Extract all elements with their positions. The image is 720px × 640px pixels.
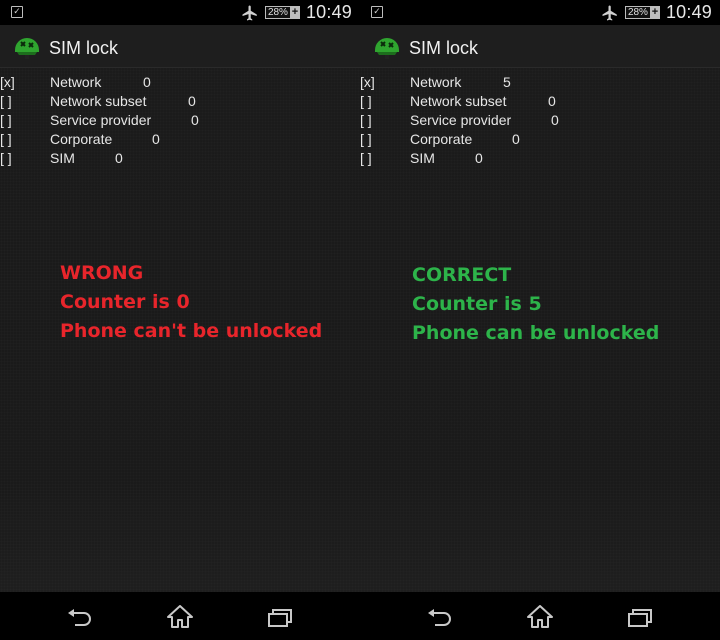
sim-lock-app-icon[interactable] (13, 34, 41, 62)
home-button[interactable] (165, 602, 195, 632)
comparison-screenshots: ✓ 28% + 10:49 SIM lock [x] Network 0 []… (0, 0, 720, 640)
back-button[interactable] (65, 602, 95, 632)
airplane-icon (602, 5, 617, 20)
lock-counter: 0 (188, 93, 196, 109)
back-button[interactable] (425, 602, 455, 632)
home-icon (167, 605, 193, 628)
back-icon (68, 609, 91, 626)
lock-label: Service provider (410, 112, 512, 128)
clock: 10:49 (305, 2, 352, 22)
lock-label: Network subset (410, 93, 507, 109)
lock-counter: 0 (152, 131, 160, 147)
lock-counter: 0 (191, 112, 199, 128)
annotation-result: Phone can't be unlocked (60, 320, 323, 342)
annotation-counter: Counter is 0 (60, 291, 190, 313)
airplane-icon (242, 5, 257, 20)
lock-label: Corporate (50, 131, 113, 147)
lock-row-network[interactable]: [x] Network 5 (360, 74, 720, 93)
clock: 10:49 (665, 2, 712, 22)
action-bar: SIM lock (360, 25, 720, 68)
lock-row-network[interactable]: [x] Network 0 (0, 74, 360, 93)
lock-row-network-subset[interactable]: [ ] Network subset 0 (360, 93, 720, 112)
status-bar: ✓ 28% + 10:49 (0, 0, 360, 25)
lock-row-sim[interactable]: [ ] SIM 0 (0, 150, 360, 169)
lock-checkbox[interactable]: [ ] (0, 93, 12, 109)
phone-screen-left: ✓ 28% + 10:49 SIM lock [x] Network 0 []… (0, 0, 360, 640)
navigation-bar (360, 592, 720, 640)
lock-label: Corporate (410, 131, 473, 147)
lock-label: Network (410, 74, 462, 90)
lock-counter: 0 (548, 93, 556, 109)
lock-row-service-provider[interactable]: [ ] Service provider 0 (360, 112, 720, 131)
lock-checkbox[interactable]: [ ] (0, 150, 12, 166)
lock-list: [x] Network 0 [ ] Network subset 0 [ ] S… (0, 74, 360, 169)
checkbox-icon: ✓ (371, 6, 383, 18)
lock-counter: 0 (512, 131, 520, 147)
annotation-heading: WRONG (60, 262, 144, 284)
lock-row-corporate[interactable]: [ ] Corporate 0 (360, 131, 720, 150)
lock-checkbox[interactable]: [ ] (0, 112, 12, 128)
recents-button[interactable] (265, 602, 295, 632)
lock-row-network-subset[interactable]: [ ] Network subset 0 (0, 93, 360, 112)
annotation-result: Phone can be unlocked (412, 322, 660, 344)
lock-label: SIM (50, 150, 75, 166)
lock-row-sim[interactable]: [ ] SIM 0 (360, 150, 720, 169)
lock-checkbox[interactable]: [ ] (360, 131, 372, 147)
back-icon (428, 609, 451, 626)
phone-screen-right: ✓ 28% + 10:49 SIM lock [x] Network 5 []… (360, 0, 720, 640)
checkbox-icon: ✓ (11, 6, 23, 18)
action-bar: SIM lock (0, 25, 360, 68)
lock-checkbox[interactable]: [ ] (0, 131, 12, 147)
charging-icon: + (649, 6, 660, 19)
lock-label: Network subset (50, 93, 147, 109)
battery-indicator: 28% + (264, 6, 300, 19)
lock-row-service-provider[interactable]: [ ] Service provider 0 (0, 112, 360, 131)
battery-percent: 28% (624, 6, 650, 19)
app-title: SIM lock (49, 38, 119, 58)
annotation-heading: CORRECT (412, 264, 512, 286)
lock-counter: 5 (503, 74, 511, 90)
status-bar: ✓ 28% + 10:49 (360, 0, 720, 25)
lock-counter: 0 (551, 112, 559, 128)
lock-row-corporate[interactable]: [ ] Corporate 0 (0, 131, 360, 150)
annotation-counter: Counter is 5 (412, 293, 542, 315)
lock-counter: 0 (115, 150, 123, 166)
navigation-bar (0, 592, 360, 640)
lock-checkbox[interactable]: [ ] (360, 150, 372, 166)
sim-lock-app-icon[interactable] (373, 34, 401, 62)
lock-checkbox[interactable]: [x] (360, 74, 375, 90)
lock-label: SIM (410, 150, 435, 166)
charging-icon: + (289, 6, 300, 19)
lock-label: Service provider (50, 112, 152, 128)
lock-counter: 0 (143, 74, 151, 90)
lock-counter: 0 (475, 150, 483, 166)
home-icon (527, 605, 553, 628)
battery-percent: 28% (264, 6, 290, 19)
app-title: SIM lock (409, 38, 479, 58)
lock-checkbox[interactable]: [ ] (360, 93, 372, 109)
recents-icon (268, 609, 292, 627)
annotation-wrong: WRONG Counter is 0 Phone can't be unlock… (60, 259, 322, 346)
lock-list: [x] Network 5 [ ] Network subset 0 [ ] S… (360, 74, 720, 169)
lock-checkbox[interactable]: [ ] (360, 112, 372, 128)
recents-icon (628, 609, 652, 627)
home-button[interactable] (525, 602, 555, 632)
lock-label: Network (50, 74, 102, 90)
recents-button[interactable] (625, 602, 655, 632)
annotation-correct: CORRECT Counter is 5 Phone can be unlock… (412, 261, 659, 348)
battery-indicator: 28% + (624, 6, 660, 19)
lock-checkbox[interactable]: [x] (0, 74, 15, 90)
